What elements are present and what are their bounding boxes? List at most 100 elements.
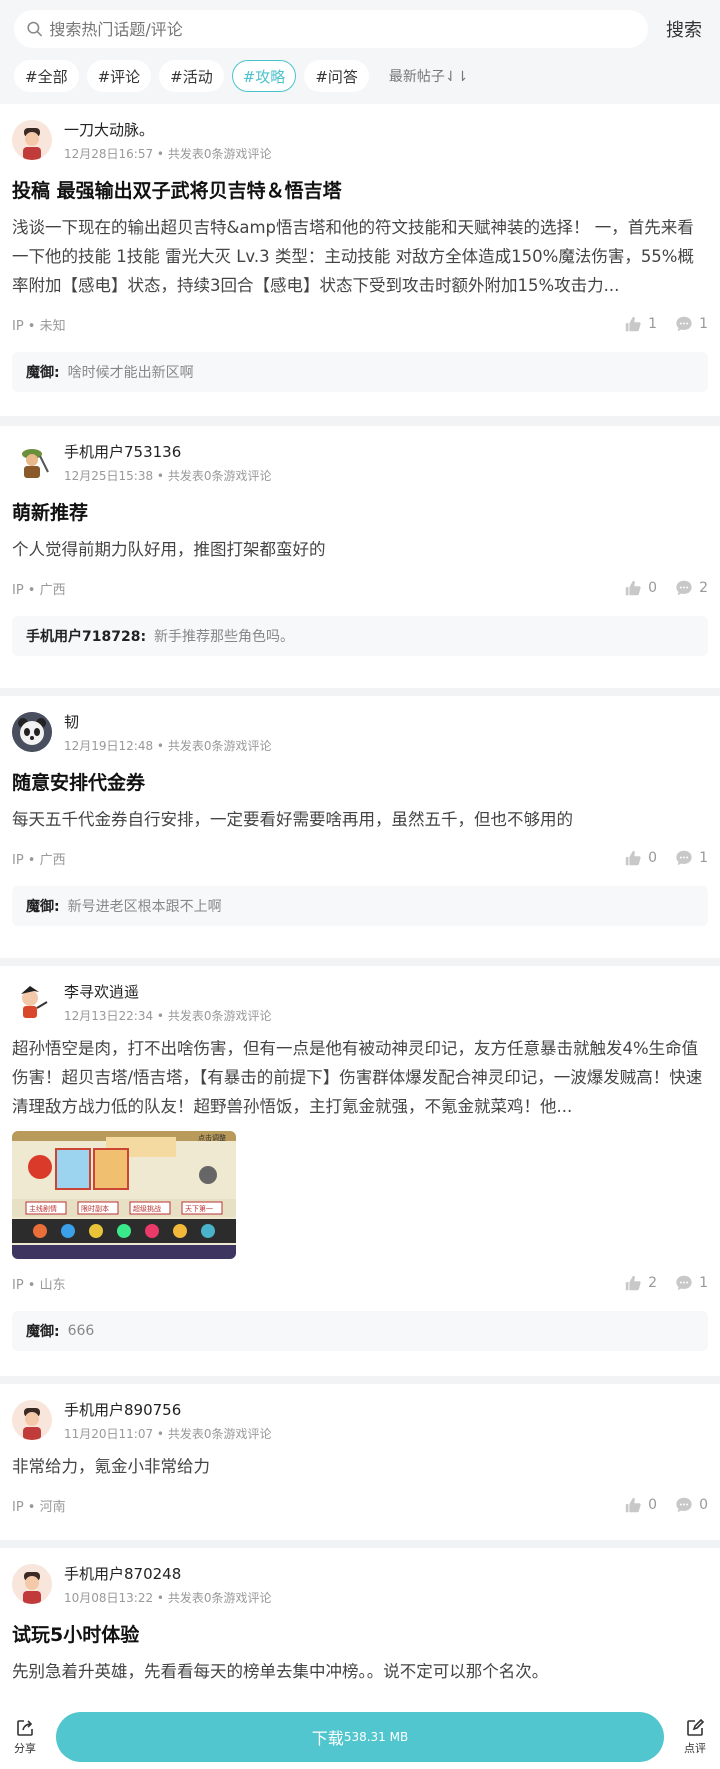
post-card[interactable]: 手机用户753136 12月25日15:38 • 共发表0条游戏评论 萌新推荐 …: [0, 426, 720, 688]
tag-qa[interactable]: #问答: [304, 60, 369, 92]
svg-text:天下第一: 天下第一: [185, 1204, 213, 1213]
like-button[interactable]: 0: [624, 579, 657, 597]
thumbs-up-icon: [625, 1275, 641, 1291]
post-content[interactable]: 个人觉得前期力队好用，推图打架都蛮好的: [12, 535, 708, 564]
post-meta: 12月13日22:34 • 共发表0条游戏评论: [64, 1008, 272, 1023]
reply-text: 啥时候才能出新区啊: [67, 365, 194, 381]
comment-icon: [676, 580, 692, 596]
post-meta: 10月08日13:22 • 共发表0条游戏评论: [64, 1590, 272, 1605]
reply-author: 手机用户718728:: [26, 629, 147, 645]
share-button[interactable]: 分享: [0, 1718, 50, 1756]
like-count: 0: [648, 850, 658, 866]
ip-location: IP • 河南: [12, 1499, 66, 1515]
download-button[interactable]: 下载 538.31 MB: [56, 1712, 664, 1762]
search-button[interactable]: 搜索: [660, 16, 708, 42]
reply-text: 666: [67, 1323, 95, 1339]
comment-count: 1: [699, 850, 708, 866]
reply-preview[interactable]: 手机用户718728: 新手推荐那些角色吗。: [12, 616, 708, 656]
thumbs-up-icon: [625, 580, 641, 596]
stats-row: IP • 山东 2 1: [12, 1271, 708, 1295]
svg-text:点击调整: 点击调整: [198, 1133, 226, 1142]
edit-review-icon: [687, 1718, 705, 1736]
search-box[interactable]: [14, 10, 648, 48]
author-name[interactable]: 手机用户890756: [64, 1399, 271, 1420]
post-title[interactable]: 随意安排代金券: [12, 768, 708, 795]
author-name[interactable]: 一刀大动脉。: [64, 119, 271, 140]
share-label: 分享: [14, 1742, 36, 1755]
avatar[interactable]: [12, 120, 52, 160]
search-row: 搜索: [14, 10, 708, 48]
stats-row: IP • 广西 0 1: [12, 846, 708, 870]
post-meta: 11月20日11:07 • 共发表0条游戏评论: [64, 1426, 272, 1441]
avatar[interactable]: [12, 1400, 52, 1440]
like-button[interactable]: 2: [624, 1274, 657, 1292]
reply-preview[interactable]: 魔御: 新号进老区根本跟不上啊: [12, 886, 708, 926]
post-title[interactable]: 试玩5小时体验: [12, 1620, 708, 1647]
game-screenshot-thumbnail: 点击调整 主线剧情 限时副本 超级挑战 天下第一: [12, 1131, 236, 1259]
post-meta: 12月25日15:38 • 共发表0条游戏评论: [64, 468, 272, 483]
panda-avatar-icon: [12, 712, 52, 752]
post-meta: 12月28日16:57 • 共发表0条游戏评论: [64, 146, 272, 161]
post-title[interactable]: 投稿 最强输出双子武将贝吉特＆悟吉塔: [12, 176, 708, 203]
sort-dropdown[interactable]: 最新帖子⇃⇂: [389, 66, 468, 86]
search-icon: [27, 21, 42, 37]
like-button[interactable]: 0: [624, 1496, 657, 1514]
avatar[interactable]: [12, 712, 52, 752]
like-button[interactable]: 1: [624, 315, 657, 333]
post-content[interactable]: 先别急着升英雄，先看看每天的榜单去集中冲榜。。说不定可以那个名次。: [12, 1657, 708, 1686]
comment-icon: [676, 1497, 692, 1513]
reply-preview[interactable]: 魔御: 啥时候才能出新区啊: [12, 352, 708, 392]
review-button[interactable]: 点评: [670, 1718, 720, 1756]
author-row: 一刀大动脉。 12月28日16:57 • 共发表0条游戏评论: [12, 118, 708, 162]
thumbs-up-icon: [625, 850, 641, 866]
author-row: 手机用户890756 11月20日11:07 • 共发表0条游戏评论: [12, 1398, 708, 1442]
comment-button[interactable]: 1: [675, 315, 708, 333]
search-input[interactable]: [49, 19, 648, 39]
post-content[interactable]: 超孙悟空是肉，打不出啥伤害，但有一点是他有被动神灵印记，友方任意暴击就触发4%生…: [12, 1034, 708, 1121]
comment-button[interactable]: 0: [675, 1496, 708, 1514]
reply-text: 新号进老区根本跟不上啊: [67, 899, 222, 915]
user-avatar-icon: [12, 1400, 52, 1440]
like-count: 0: [648, 1497, 658, 1513]
user-avatar-icon: [12, 120, 52, 160]
download-label: 下载: [311, 1729, 344, 1748]
author-name[interactable]: 韧: [64, 711, 271, 732]
like-button[interactable]: 0: [624, 849, 657, 867]
tag-activity[interactable]: #活动: [159, 60, 224, 92]
review-label: 点评: [684, 1742, 706, 1755]
reply-preview[interactable]: 魔御: 666: [12, 1311, 708, 1351]
reply-author: 魔御:: [26, 899, 60, 915]
post-title[interactable]: 萌新推荐: [12, 498, 708, 525]
reply-author: 魔御:: [26, 1324, 60, 1340]
comment-button[interactable]: 2: [675, 579, 708, 597]
post-card[interactable]: 一刀大动脉。 12月28日16:57 • 共发表0条游戏评论 投稿 最强输出双子…: [0, 104, 720, 416]
comment-icon: [676, 316, 692, 332]
author-name[interactable]: 李寻欢逍遥: [64, 981, 271, 1002]
tag-guide[interactable]: #攻略: [231, 60, 297, 92]
comment-button[interactable]: 1: [675, 849, 708, 867]
thumbs-up-icon: [625, 316, 641, 332]
ip-location: IP • 广西: [12, 852, 66, 868]
comment-count: 1: [699, 1275, 708, 1291]
comment-icon: [676, 850, 692, 866]
post-card[interactable]: 李寻欢逍遥 12月13日22:34 • 共发表0条游戏评论 超孙悟空是肉，打不出…: [0, 966, 720, 1376]
tag-all[interactable]: #全部: [14, 60, 79, 92]
author-name[interactable]: 手机用户870248: [64, 1563, 271, 1584]
warrior-avatar-icon: [12, 442, 52, 482]
comment-count: 1: [699, 316, 708, 332]
post-card[interactable]: 韧 12月19日12:48 • 共发表0条游戏评论 随意安排代金券 每天五千代金…: [0, 696, 720, 958]
avatar[interactable]: [12, 1564, 52, 1604]
post-card[interactable]: 手机用户890756 11月20日11:07 • 共发表0条游戏评论 非常给力，…: [0, 1384, 720, 1540]
post-content[interactable]: 浅谈一下现在的输出超贝吉特&amp悟吉塔和他的符文技能和天赋神装的选择！ 一，首…: [12, 213, 708, 300]
comment-button[interactable]: 1: [675, 1274, 708, 1292]
author-name[interactable]: 手机用户753136: [64, 441, 271, 462]
post-content[interactable]: 非常给力，氪金小非常给力: [12, 1452, 708, 1481]
tag-review[interactable]: #评论: [86, 60, 152, 92]
post-content[interactable]: 每天五千代金券自行安排，一定要看好需要啥再用，虽然五千，但也不够用的: [12, 805, 708, 834]
cartoon-avatar-icon: [12, 982, 52, 1022]
author-row: 手机用户753136 12月25日15:38 • 共发表0条游戏评论: [12, 440, 708, 484]
stats-row: IP • 未知 1 1: [12, 312, 708, 336]
avatar[interactable]: [12, 982, 52, 1022]
avatar[interactable]: [12, 442, 52, 482]
post-image[interactable]: 点击调整 主线剧情 限时副本 超级挑战 天下第一: [12, 1131, 236, 1259]
